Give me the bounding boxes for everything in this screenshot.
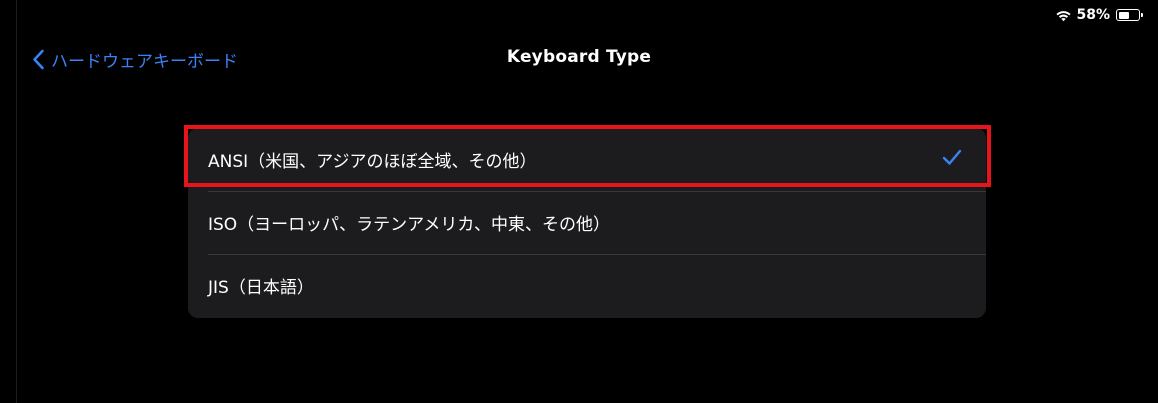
battery-fill: [1118, 11, 1129, 19]
wifi-icon: [1055, 9, 1072, 22]
battery-percent: 58%: [1076, 7, 1110, 23]
option-ansi[interactable]: ANSI（米国、アジアのほぼ全域、その他）: [188, 128, 986, 191]
page-title: Keyboard Type: [506, 47, 652, 67]
checkmark-icon: [942, 149, 962, 171]
option-label: ANSI（米国、アジアのほぼ全域、その他）: [208, 152, 537, 172]
option-label: ISO（ヨーロッパ、ラテンアメリカ、中東、その他）: [208, 215, 610, 235]
battery-nub: [1141, 13, 1143, 17]
option-label: JIS（日本語）: [208, 278, 314, 298]
keyboard-type-list: ANSI（米国、アジアのほぼ全域、その他） ISO（ヨーロッパ、ラテンアメリカ、…: [188, 128, 986, 318]
option-iso[interactable]: ISO（ヨーロッパ、ラテンアメリカ、中東、その他）: [188, 191, 986, 254]
settings-screen: 58% ハードウェアキーボード Keyboard Type ANSI（米国、アジ…: [0, 0, 1158, 403]
option-jis[interactable]: JIS（日本語）: [188, 254, 986, 317]
battery-icon: [1116, 9, 1143, 21]
status-bar: 58%: [1055, 5, 1143, 25]
